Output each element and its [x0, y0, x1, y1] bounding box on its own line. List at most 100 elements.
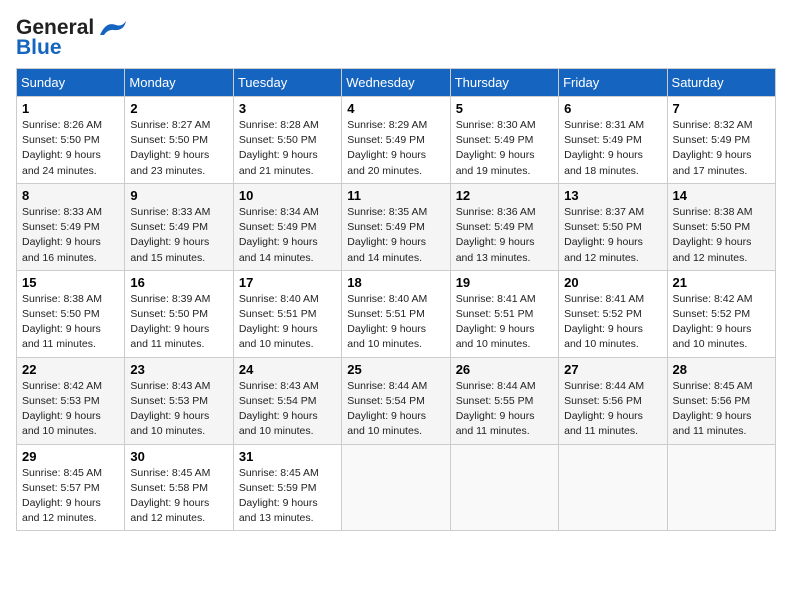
- sunrise-value: 8:30 AM: [497, 119, 536, 131]
- calendar-cell: [559, 444, 667, 531]
- sunset-value: 5:59 PM: [277, 482, 316, 494]
- sunset-label: Sunset:: [239, 308, 278, 320]
- day-info: Sunrise: 8:33 AM Sunset: 5:49 PM Dayligh…: [130, 205, 227, 266]
- sunrise-label: Sunrise:: [239, 293, 280, 305]
- calendar-cell: [667, 444, 775, 531]
- sunrise-value: 8:32 AM: [714, 119, 753, 131]
- sunset-value: 5:50 PM: [277, 134, 316, 146]
- sunset-label: Sunset:: [564, 308, 603, 320]
- sunset-value: 5:49 PM: [711, 134, 750, 146]
- calendar-header-row: SundayMondayTuesdayWednesdayThursdayFrid…: [17, 69, 776, 97]
- sunset-value: 5:50 PM: [711, 221, 750, 233]
- sunset-label: Sunset:: [130, 134, 169, 146]
- sunrise-value: 8:38 AM: [63, 293, 102, 305]
- sunrise-value: 8:27 AM: [172, 119, 211, 131]
- sunrise-value: 8:44 AM: [497, 380, 536, 392]
- sunrise-label: Sunrise:: [456, 206, 497, 218]
- sunrise-label: Sunrise:: [239, 119, 280, 131]
- calendar-week-row: 1 Sunrise: 8:26 AM Sunset: 5:50 PM Dayli…: [17, 97, 776, 184]
- sunrise-value: 8:44 AM: [389, 380, 428, 392]
- sunset-value: 5:50 PM: [169, 308, 208, 320]
- day-number: 28: [673, 362, 770, 377]
- day-info: Sunrise: 8:38 AM Sunset: 5:50 PM Dayligh…: [22, 292, 119, 353]
- daylight-label: Daylight: 9 hours and 11 minutes.: [673, 410, 752, 437]
- sunset-label: Sunset:: [239, 395, 278, 407]
- calendar-cell: 18 Sunrise: 8:40 AM Sunset: 5:51 PM Dayl…: [342, 270, 450, 357]
- daylight-label: Daylight: 9 hours and 17 minutes.: [673, 149, 752, 176]
- daylight-label: Daylight: 9 hours and 12 minutes.: [130, 497, 209, 524]
- sunset-value: 5:56 PM: [603, 395, 642, 407]
- day-number: 11: [347, 188, 444, 203]
- day-number: 9: [130, 188, 227, 203]
- day-number: 26: [456, 362, 553, 377]
- daylight-label: Daylight: 9 hours and 10 minutes.: [456, 323, 535, 350]
- day-info: Sunrise: 8:43 AM Sunset: 5:53 PM Dayligh…: [130, 379, 227, 440]
- column-header-wednesday: Wednesday: [342, 69, 450, 97]
- calendar-cell: 19 Sunrise: 8:41 AM Sunset: 5:51 PM Dayl…: [450, 270, 558, 357]
- column-header-saturday: Saturday: [667, 69, 775, 97]
- sunrise-value: 8:34 AM: [280, 206, 319, 218]
- calendar-cell: 6 Sunrise: 8:31 AM Sunset: 5:49 PM Dayli…: [559, 97, 667, 184]
- day-number: 30: [130, 449, 227, 464]
- day-info: Sunrise: 8:45 AM Sunset: 5:57 PM Dayligh…: [22, 466, 119, 527]
- daylight-label: Daylight: 9 hours and 11 minutes.: [130, 323, 209, 350]
- day-info: Sunrise: 8:43 AM Sunset: 5:54 PM Dayligh…: [239, 379, 336, 440]
- column-header-tuesday: Tuesday: [233, 69, 341, 97]
- calendar-cell: 26 Sunrise: 8:44 AM Sunset: 5:55 PM Dayl…: [450, 357, 558, 444]
- sunrise-label: Sunrise:: [22, 206, 63, 218]
- day-number: 16: [130, 275, 227, 290]
- sunset-value: 5:49 PM: [494, 221, 533, 233]
- sunrise-label: Sunrise:: [130, 119, 171, 131]
- calendar-cell: 15 Sunrise: 8:38 AM Sunset: 5:50 PM Dayl…: [17, 270, 125, 357]
- day-info: Sunrise: 8:39 AM Sunset: 5:50 PM Dayligh…: [130, 292, 227, 353]
- day-number: 7: [673, 101, 770, 116]
- sunset-value: 5:50 PM: [603, 221, 642, 233]
- sunrise-value: 8:43 AM: [172, 380, 211, 392]
- sunrise-value: 8:37 AM: [606, 206, 645, 218]
- sunset-value: 5:49 PM: [277, 221, 316, 233]
- daylight-label: Daylight: 9 hours and 12 minutes.: [673, 236, 752, 263]
- sunrise-label: Sunrise:: [456, 380, 497, 392]
- calendar-cell: 10 Sunrise: 8:34 AM Sunset: 5:49 PM Dayl…: [233, 183, 341, 270]
- calendar-cell: 16 Sunrise: 8:39 AM Sunset: 5:50 PM Dayl…: [125, 270, 233, 357]
- sunset-value: 5:49 PM: [169, 221, 208, 233]
- day-info: Sunrise: 8:32 AM Sunset: 5:49 PM Dayligh…: [673, 118, 770, 179]
- sunset-label: Sunset:: [239, 482, 278, 494]
- daylight-label: Daylight: 9 hours and 11 minutes.: [22, 323, 101, 350]
- sunrise-label: Sunrise:: [22, 467, 63, 479]
- day-number: 4: [347, 101, 444, 116]
- day-number: 5: [456, 101, 553, 116]
- sunrise-label: Sunrise:: [239, 467, 280, 479]
- sunset-label: Sunset:: [22, 308, 61, 320]
- day-info: Sunrise: 8:40 AM Sunset: 5:51 PM Dayligh…: [239, 292, 336, 353]
- daylight-label: Daylight: 9 hours and 21 minutes.: [239, 149, 318, 176]
- sunset-label: Sunset:: [130, 395, 169, 407]
- calendar-cell: 13 Sunrise: 8:37 AM Sunset: 5:50 PM Dayl…: [559, 183, 667, 270]
- day-info: Sunrise: 8:34 AM Sunset: 5:49 PM Dayligh…: [239, 205, 336, 266]
- daylight-label: Daylight: 9 hours and 20 minutes.: [347, 149, 426, 176]
- sunrise-label: Sunrise:: [564, 380, 605, 392]
- day-info: Sunrise: 8:44 AM Sunset: 5:56 PM Dayligh…: [564, 379, 661, 440]
- sunset-label: Sunset:: [239, 221, 278, 233]
- daylight-label: Daylight: 9 hours and 19 minutes.: [456, 149, 535, 176]
- sunset-value: 5:50 PM: [61, 134, 100, 146]
- sunrise-value: 8:33 AM: [63, 206, 102, 218]
- daylight-label: Daylight: 9 hours and 24 minutes.: [22, 149, 101, 176]
- day-number: 8: [22, 188, 119, 203]
- sunrise-value: 8:39 AM: [172, 293, 211, 305]
- sunset-value: 5:54 PM: [386, 395, 425, 407]
- day-number: 22: [22, 362, 119, 377]
- sunset-value: 5:53 PM: [61, 395, 100, 407]
- sunrise-label: Sunrise:: [673, 293, 714, 305]
- logo-bird-icon: [96, 17, 130, 39]
- calendar-cell: 31 Sunrise: 8:45 AM Sunset: 5:59 PM Dayl…: [233, 444, 341, 531]
- daylight-label: Daylight: 9 hours and 10 minutes.: [673, 323, 752, 350]
- day-info: Sunrise: 8:38 AM Sunset: 5:50 PM Dayligh…: [673, 205, 770, 266]
- column-header-monday: Monday: [125, 69, 233, 97]
- calendar-week-row: 22 Sunrise: 8:42 AM Sunset: 5:53 PM Dayl…: [17, 357, 776, 444]
- day-number: 23: [130, 362, 227, 377]
- sunset-label: Sunset:: [456, 221, 495, 233]
- day-number: 20: [564, 275, 661, 290]
- day-info: Sunrise: 8:41 AM Sunset: 5:52 PM Dayligh…: [564, 292, 661, 353]
- sunrise-label: Sunrise:: [22, 380, 63, 392]
